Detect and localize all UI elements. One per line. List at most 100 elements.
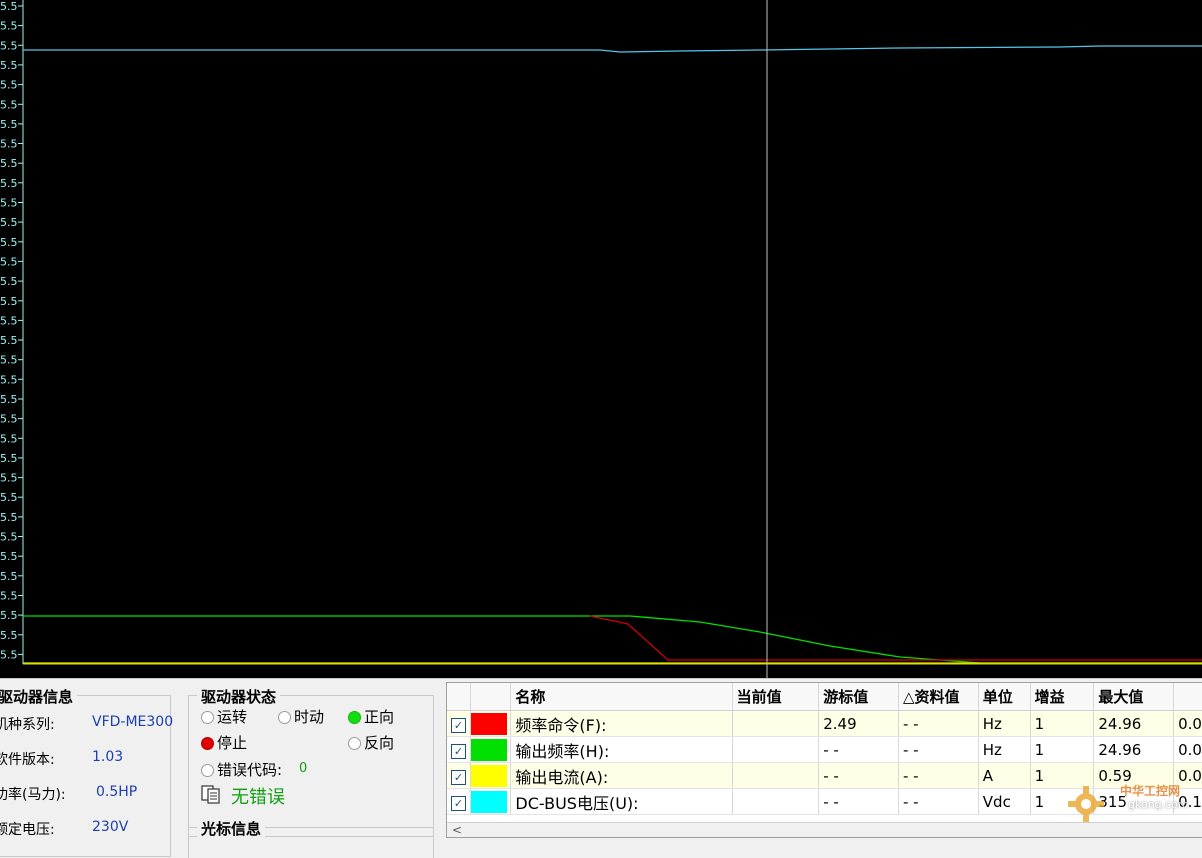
gear-icon xyxy=(1068,786,1104,822)
rated-voltage-value: 230V xyxy=(92,819,129,835)
stop-radio[interactable]: 停止 xyxy=(201,732,247,753)
y-tick-label: 5.5 xyxy=(0,314,18,327)
y-tick-label: 5.5 xyxy=(0,138,18,151)
y-tick-label: 5.5 xyxy=(0,354,18,367)
y-tick-label: 5.5 xyxy=(0,216,18,229)
channel-color-swatch xyxy=(470,736,512,763)
firmware-version-label: 软件版本: xyxy=(0,752,55,768)
y-tick-label: 5.5 xyxy=(0,472,18,485)
color-swatch[interactable] xyxy=(471,712,508,735)
col-extra-header xyxy=(1173,683,1202,711)
radio-off-icon xyxy=(201,711,214,724)
channel-max: 24.96 xyxy=(1093,736,1175,763)
jog-label: 时动 xyxy=(294,708,325,726)
channel-cursor-value: 2.49 xyxy=(818,710,899,737)
channel-color-swatch xyxy=(470,788,512,815)
checkbox-checked-icon[interactable]: ✓ xyxy=(451,769,466,785)
col-color-header xyxy=(470,683,512,711)
copy-icon[interactable] xyxy=(200,783,222,805)
y-tick-label: 5.5 xyxy=(0,236,18,249)
channel-gain: 1 xyxy=(1030,710,1095,737)
channel-current-value xyxy=(732,762,820,789)
oscilloscope-plot[interactable]: 5.5 5.5 5.5 5.5 5.5 5.5 5.5 5.5 5.5 5.5 5.5 5.5 5.5 5… xyxy=(0,0,1202,678)
bottom-panel: 驱动器信息 机种系列: VFD-ME300 软件版本: 1.03 功率(马力):… xyxy=(0,678,1202,858)
col-cursor-header[interactable]: 游标值 xyxy=(818,683,899,711)
channel-cursor-value: - - xyxy=(818,762,899,789)
y-axis-ticks: 5.5 5.5 5.5 5.5 5.5 5.5 5.5 5.5 5.5 5.5 5.5 5.5 5.5 5… xyxy=(0,0,23,661)
y-tick-label: 5.5 xyxy=(0,413,18,426)
reverse-radio[interactable]: 反向 xyxy=(348,732,394,753)
scope-canvas[interactable]: 5.5 5.5 5.5 5.5 5.5 5.5 5.5 5.5 5.5 5.5 5.5 5.5 5.5 5… xyxy=(0,0,1202,678)
col-max-header[interactable]: 最大值 xyxy=(1093,683,1175,711)
reverse-label: 反向 xyxy=(364,734,395,752)
y-tick-label: 5.5 xyxy=(0,550,18,563)
model-series-label: 机种系列: xyxy=(0,717,55,733)
channel-checkbox[interactable]: ✓ xyxy=(447,788,472,815)
y-tick-label: 5.5 xyxy=(0,98,18,111)
radio-off-icon xyxy=(348,737,361,750)
y-tick-label: 5.5 xyxy=(0,39,18,52)
y-tick-label: 5.5 xyxy=(0,648,18,661)
table-row[interactable]: ✓ 输出频率(H): - -- - Hz 1 24.96 0.0 xyxy=(447,736,1202,763)
channel-extra: 0.0 xyxy=(1173,736,1202,763)
channel-checkbox[interactable]: ✓ xyxy=(447,762,472,789)
color-swatch[interactable] xyxy=(471,738,508,761)
y-tick-label: 5.5 xyxy=(0,0,18,13)
y-tick-label: 5.5 xyxy=(0,20,18,33)
color-swatch[interactable] xyxy=(471,764,508,787)
radio-off-icon xyxy=(201,764,214,777)
col-current-header[interactable]: 当前值 xyxy=(732,683,820,711)
error-code-label: 错误代码: xyxy=(217,761,283,779)
cursor-info-group: 光标信息 xyxy=(188,818,434,858)
checkbox-checked-icon[interactable]: ✓ xyxy=(451,795,466,811)
checkbox-checked-icon[interactable]: ✓ xyxy=(451,717,466,733)
channel-checkbox[interactable]: ✓ xyxy=(447,710,472,737)
channel-color-swatch xyxy=(470,710,512,737)
model-series-value: VFD-ME300 xyxy=(92,714,174,730)
y-tick-label: 5.5 xyxy=(0,295,18,308)
y-tick-label: 5.5 xyxy=(0,177,18,190)
y-tick-label: 5.5 xyxy=(0,609,18,622)
radio-off-icon xyxy=(278,711,291,724)
y-tick-label: 5.5 xyxy=(0,590,18,603)
col-unit-header[interactable]: 单位 xyxy=(978,683,1031,711)
power-value: 0.5HP xyxy=(96,784,138,800)
trace-output-frequency xyxy=(23,615,1202,664)
forward-radio[interactable]: 正向 xyxy=(348,706,394,727)
col-check-header xyxy=(447,683,472,711)
channel-delta-value: - - xyxy=(898,762,979,789)
y-tick-label: 5.5 xyxy=(0,432,18,445)
y-tick-label: 5.5 xyxy=(0,511,18,524)
channel-extra: 0.0 xyxy=(1173,710,1202,737)
table-row[interactable]: ✓ 频率命令(F): 2.49- - Hz 1 24.96 0.0 xyxy=(447,710,1202,737)
channel-gain: 1 xyxy=(1030,736,1095,763)
power-label: 功率(马力): xyxy=(0,787,66,803)
channel-current-value xyxy=(732,736,820,763)
jog-radio[interactable]: 时动 xyxy=(278,706,324,727)
channel-unit: A xyxy=(978,762,1031,789)
col-name-header[interactable]: 名称 xyxy=(510,683,733,711)
channel-color-swatch xyxy=(470,762,512,789)
channel-checkbox[interactable]: ✓ xyxy=(447,736,472,763)
channel-name: 频率命令(F): xyxy=(510,710,733,737)
channel-cursor-value: - - xyxy=(818,788,899,815)
col-gain-header[interactable]: 增益 xyxy=(1030,683,1095,711)
channel-unit: Hz xyxy=(978,736,1031,763)
watermark: 中华工控网 gkong.com xyxy=(1066,780,1196,830)
y-tick-label: 5.5 xyxy=(0,452,18,465)
col-delta-header[interactable]: △资料值 xyxy=(898,683,979,711)
firmware-version-value: 1.03 xyxy=(92,749,124,765)
run-radio[interactable]: 运转 xyxy=(201,706,247,727)
y-tick-label: 5.5 xyxy=(0,334,18,347)
checkbox-checked-icon[interactable]: ✓ xyxy=(451,743,466,759)
y-tick-label: 5.5 xyxy=(0,59,18,72)
y-tick-label: 5.5 xyxy=(0,491,18,504)
forward-label: 正向 xyxy=(364,708,395,726)
no-error-text: 无错误 xyxy=(231,787,285,808)
y-tick-label: 5.5 xyxy=(0,275,18,288)
error-code-radio[interactable]: 错误代码: xyxy=(201,759,282,780)
color-swatch[interactable] xyxy=(471,790,508,813)
y-tick-label: 5.5 xyxy=(0,393,18,406)
drive-state-title: 驱动器状态 xyxy=(197,686,281,707)
y-tick-label: 5.5 xyxy=(0,570,18,583)
